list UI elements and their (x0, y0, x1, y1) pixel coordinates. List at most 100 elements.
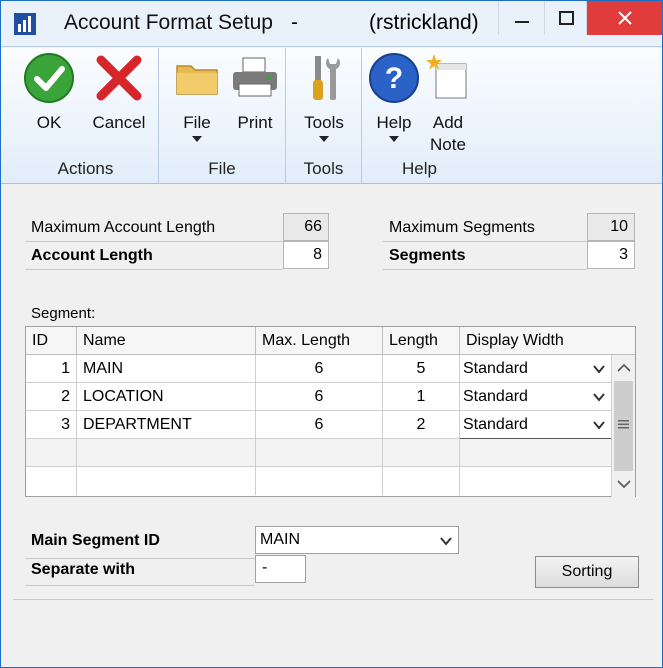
divider (383, 241, 587, 242)
table-cell-max-length[interactable]: 6 (256, 411, 383, 439)
account-length-label: Account Length (31, 247, 153, 264)
ribbon-group-tools: Tools Tools (286, 48, 362, 184)
divider (25, 269, 283, 270)
help-icon: ? (369, 53, 419, 103)
table-cell-empty[interactable] (460, 467, 612, 495)
tools-menu-button[interactable]: Tools (294, 52, 354, 142)
chevron-down-icon (593, 393, 605, 402)
table-cell-empty[interactable] (256, 439, 383, 467)
table-cell-id[interactable]: 1 (26, 355, 77, 383)
window-title-separator: - (291, 11, 298, 34)
app-chart-icon (14, 13, 36, 35)
table-cell-empty[interactable] (383, 467, 460, 495)
separate-with-input[interactable]: - (255, 555, 306, 583)
table-cell-name[interactable]: MAIN (77, 355, 256, 383)
window-title: Account Format Setup (64, 11, 273, 34)
main-segment-id-label: Main Segment ID (31, 532, 160, 549)
svg-text:?: ? (385, 62, 403, 95)
scroll-down-icon[interactable] (617, 479, 631, 489)
table-cell-id[interactable]: 3 (26, 411, 77, 439)
close-button[interactable] (586, 1, 662, 35)
divider (13, 599, 653, 600)
chevron-down-icon (389, 136, 399, 142)
printer-icon (233, 57, 277, 97)
ribbon-group-file: File Print File (159, 48, 286, 184)
table-cell-length[interactable]: 1 (383, 383, 460, 411)
minimize-button[interactable] (498, 1, 544, 35)
max-segments-label: Maximum Segments (389, 219, 535, 236)
table-cell-id[interactable]: 2 (26, 383, 77, 411)
ribbon: OK Cancel Actions File Print File Tools … (1, 48, 662, 184)
table-cell-empty[interactable] (383, 439, 460, 467)
close-icon (618, 11, 632, 25)
table-cell-name[interactable]: LOCATION (77, 383, 256, 411)
table-cell-empty[interactable] (256, 467, 383, 495)
table-cell-empty[interactable] (77, 439, 256, 467)
account-length-input[interactable]: 8 (283, 241, 329, 269)
scroll-up-icon[interactable] (617, 363, 631, 373)
column-header-id[interactable]: ID (26, 327, 77, 355)
divider (25, 585, 255, 586)
divider (25, 558, 255, 559)
table-cell-max-length[interactable]: 6 (256, 383, 383, 411)
max-segments-value: 10 (587, 213, 635, 241)
cancel-button[interactable]: Cancel (85, 52, 153, 134)
table-cell-empty[interactable] (26, 467, 77, 495)
print-button[interactable]: Print (227, 52, 283, 134)
segment-grid: ID Name Max. Length Length Display Width… (25, 326, 636, 497)
table-cell-name[interactable]: DEPARTMENT (77, 411, 256, 439)
column-header-max-length[interactable]: Max. Length (256, 327, 383, 355)
chevron-down-icon (319, 136, 329, 142)
title-bar: Account Format Setup - (rstrickland) (1, 1, 662, 47)
max-account-length-value: 66 (283, 213, 329, 241)
chevron-down-icon (593, 365, 605, 374)
table-cell-empty[interactable] (26, 439, 77, 467)
maximize-button[interactable] (544, 1, 586, 35)
table-cell-max-length[interactable]: 6 (256, 355, 383, 383)
account-format-setup-window: Account Format Setup - (rstrickland) OK (0, 0, 663, 668)
file-menu-button[interactable]: File (169, 52, 225, 142)
table-cell-length[interactable]: 2 (383, 411, 460, 439)
max-account-length-label: Maximum Account Length (31, 219, 216, 236)
column-header-length[interactable]: Length (383, 327, 460, 355)
chevron-down-icon (192, 136, 202, 142)
ribbon-group-help: ? Help Add Note Help (362, 48, 477, 184)
segments-label: Segments (389, 247, 466, 264)
divider (383, 269, 587, 270)
column-header-name[interactable]: Name (77, 327, 256, 355)
segment-grid-label: Segment: (31, 305, 96, 322)
ribbon-group-label-help: Help (402, 159, 437, 178)
table-cell-empty[interactable] (77, 467, 256, 495)
tools-icon (313, 56, 340, 100)
divider (25, 241, 283, 242)
check-icon (24, 53, 74, 103)
folder-icon (176, 65, 218, 95)
maximize-icon (559, 11, 574, 25)
window-user: (rstrickland) (369, 11, 479, 34)
display-width-select[interactable]: Standard (460, 411, 612, 439)
table-cell-empty[interactable] (460, 439, 612, 467)
x-icon (96, 55, 142, 101)
chevron-down-icon (440, 537, 452, 546)
segments-input[interactable]: 3 (587, 241, 635, 269)
ribbon-group-label-file: File (208, 159, 236, 178)
scroll-thumb[interactable] (614, 381, 633, 471)
ribbon-group-actions: OK Cancel Actions (13, 48, 159, 184)
main-segment-id-select[interactable]: MAIN (255, 526, 459, 554)
minimize-icon (515, 21, 529, 23)
chevron-down-icon (593, 421, 605, 430)
display-width-select[interactable]: Standard (460, 355, 612, 383)
grip-icon (618, 420, 629, 429)
help-menu-button[interactable]: ? Help (366, 52, 422, 142)
sorting-button[interactable]: Sorting (535, 556, 639, 588)
ribbon-group-label-tools: Tools (303, 159, 344, 178)
grid-scrollbar[interactable] (611, 355, 635, 497)
table-cell-length[interactable]: 5 (383, 355, 460, 383)
note-icon (426, 54, 467, 99)
ok-button[interactable]: OK (19, 52, 79, 134)
column-header-display-width[interactable]: Display Width (460, 327, 635, 355)
ribbon-group-label-actions: Actions (57, 159, 114, 178)
add-note-button[interactable]: Add Note (422, 52, 474, 156)
display-width-select[interactable]: Standard (460, 383, 612, 411)
separate-with-label: Separate with (31, 561, 136, 578)
